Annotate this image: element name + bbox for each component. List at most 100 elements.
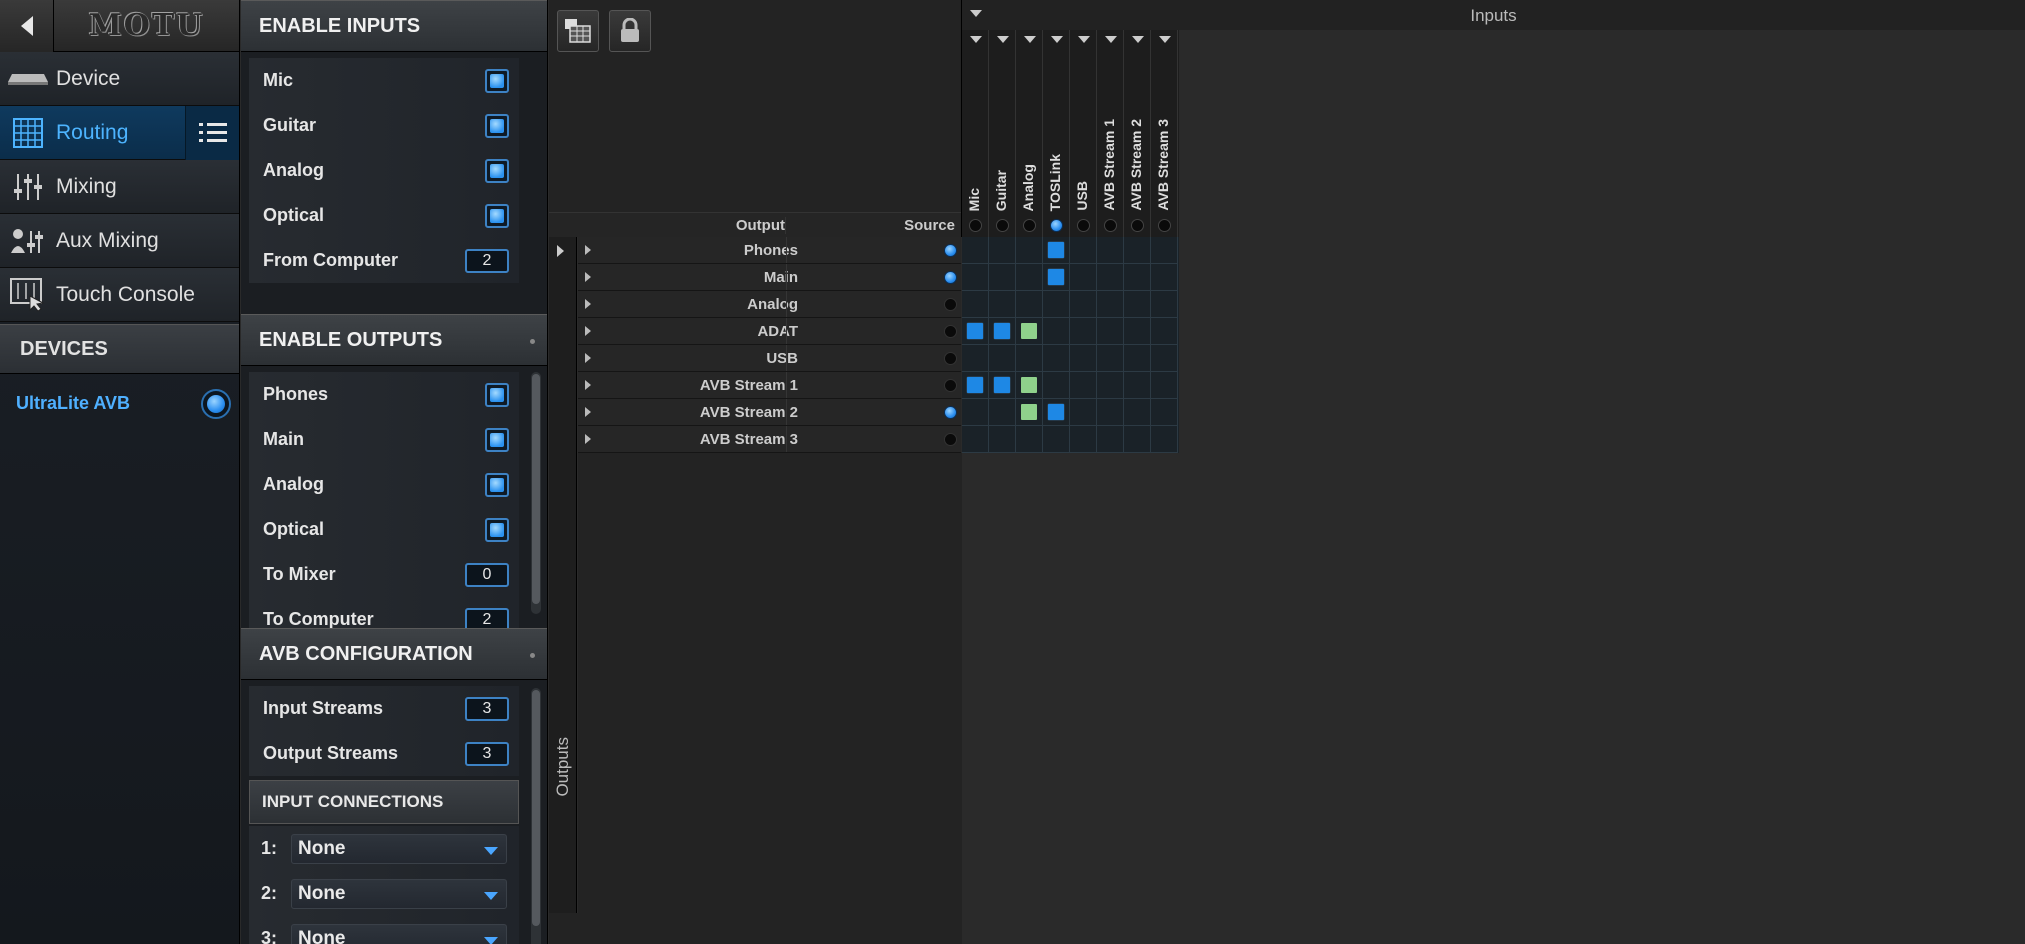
grid-cell[interactable] [1043,399,1070,426]
grid-cell[interactable] [989,291,1016,318]
grid-cell[interactable] [989,345,1016,372]
grid-cell[interactable] [1043,318,1070,345]
number-field[interactable]: 3 [465,742,509,766]
grid-cell[interactable] [1043,264,1070,291]
output-row-analog[interactable]: Analog [578,291,961,318]
grid-cell[interactable] [1070,264,1097,291]
grid-cell[interactable] [1043,345,1070,372]
outputs-scrollbar[interactable] [531,372,541,614]
grid-cell[interactable] [1124,399,1151,426]
grid-cell[interactable] [1016,318,1043,345]
nav-item-touch-console[interactable]: Touch Console [0,268,239,322]
grid-cell[interactable] [1097,237,1124,264]
chevron-down-icon[interactable] [1132,36,1144,43]
grid-cell[interactable] [1016,372,1043,399]
grid-cell[interactable] [1151,345,1178,372]
input-column-mic[interactable]: Mic [962,30,989,237]
number-field[interactable]: 2 [465,249,509,273]
connection-select[interactable]: None [291,878,507,909]
grid-cell[interactable] [1070,426,1097,453]
output-row-phones[interactable]: Phones [578,237,961,264]
enable-outputs-header[interactable]: ENABLE OUTPUTS [241,314,547,366]
nav-item-mixing[interactable]: Mixing [0,160,239,214]
input-column-avb-stream-1[interactable]: AVB Stream 1 [1097,30,1124,237]
chevron-down-icon[interactable] [1159,36,1171,43]
grid-cell[interactable] [1016,237,1043,264]
grid-cell[interactable] [1070,318,1097,345]
grid-cell[interactable] [962,345,989,372]
nav-item-routing[interactable]: Routing [0,106,239,160]
list-view-icon[interactable] [185,106,239,160]
chevron-down-icon[interactable] [1024,36,1036,43]
grid-cell[interactable] [1043,291,1070,318]
chevron-down-icon[interactable] [997,36,1009,43]
grid-cell[interactable] [1124,345,1151,372]
grid-cell[interactable] [962,264,989,291]
input-column-guitar[interactable]: Guitar [989,30,1016,237]
checkbox[interactable] [485,69,509,93]
grid-cell[interactable] [1151,264,1178,291]
grid-cell[interactable] [1151,372,1178,399]
grid-cell[interactable] [1124,291,1151,318]
chevron-down-icon[interactable] [970,36,982,43]
grid-cell[interactable] [1151,426,1178,453]
expand-arrow-icon[interactable] [585,299,591,309]
grid-cell[interactable] [1151,318,1178,345]
grid-cell[interactable] [1124,318,1151,345]
grid-cell[interactable] [1043,426,1070,453]
output-row-adat[interactable]: ADAT [578,318,961,345]
output-row-avb-stream-3[interactable]: AVB Stream 3 [578,426,961,453]
grid-cell[interactable] [1016,291,1043,318]
grid-cell[interactable] [962,426,989,453]
expand-arrow-icon[interactable] [585,353,591,363]
lock-button[interactable] [609,10,651,52]
grid-cell[interactable] [1097,372,1124,399]
grid-cell[interactable] [1043,237,1070,264]
number-field[interactable]: 0 [465,563,509,587]
grid-cell[interactable] [1016,345,1043,372]
input-column-usb[interactable]: USB [1070,30,1097,237]
grid-cell[interactable] [1070,237,1097,264]
grid-cell[interactable] [1097,426,1124,453]
grid-cell[interactable] [1097,291,1124,318]
checkbox[interactable] [485,159,509,183]
chevron-down-icon[interactable] [1051,36,1063,43]
grid-cell[interactable] [989,318,1016,345]
grid-cell[interactable] [1151,399,1178,426]
input-column-toslink[interactable]: TOSLink [1043,30,1070,237]
grid-cell[interactable] [1151,291,1178,318]
grid-cell[interactable] [989,264,1016,291]
checkbox[interactable] [485,383,509,407]
checkbox[interactable] [485,204,509,228]
grid-cell[interactable] [962,318,989,345]
grid-view-button[interactable] [557,10,599,52]
output-row-avb-stream-2[interactable]: AVB Stream 2 [578,399,961,426]
grid-cell[interactable] [1124,237,1151,264]
enable-inputs-header[interactable]: ENABLE INPUTS [241,0,547,52]
grid-cell[interactable] [1124,372,1151,399]
expand-arrow-icon[interactable] [585,272,591,282]
input-column-avb-stream-2[interactable]: AVB Stream 2 [1124,30,1151,237]
checkbox[interactable] [485,473,509,497]
grid-cell[interactable] [989,237,1016,264]
output-row-main[interactable]: Main [578,264,961,291]
grid-cell[interactable] [1097,399,1124,426]
nav-item-aux-mixing[interactable]: Aux Mixing [0,214,239,268]
output-row-avb-stream-1[interactable]: AVB Stream 1 [578,372,961,399]
expand-arrow-icon[interactable] [585,407,591,417]
grid-cell[interactable] [1124,426,1151,453]
chevron-down-icon[interactable] [1078,36,1090,43]
grid-cell[interactable] [989,399,1016,426]
number-field[interactable]: 3 [465,697,509,721]
grid-cell[interactable] [1097,318,1124,345]
grid-cell[interactable] [1070,372,1097,399]
grid-cell[interactable] [1043,372,1070,399]
grid-cell[interactable] [962,237,989,264]
input-column-avb-stream-3[interactable]: AVB Stream 3 [1151,30,1178,237]
number-field[interactable]: 2 [465,608,509,628]
device-item-ultralite-avb[interactable]: UltraLite AVB [0,374,239,432]
grid-cell[interactable] [1124,264,1151,291]
avb-configuration-header[interactable]: AVB CONFIGURATION [241,628,547,680]
expand-arrow-icon[interactable] [585,326,591,336]
grid-cell[interactable] [1097,264,1124,291]
